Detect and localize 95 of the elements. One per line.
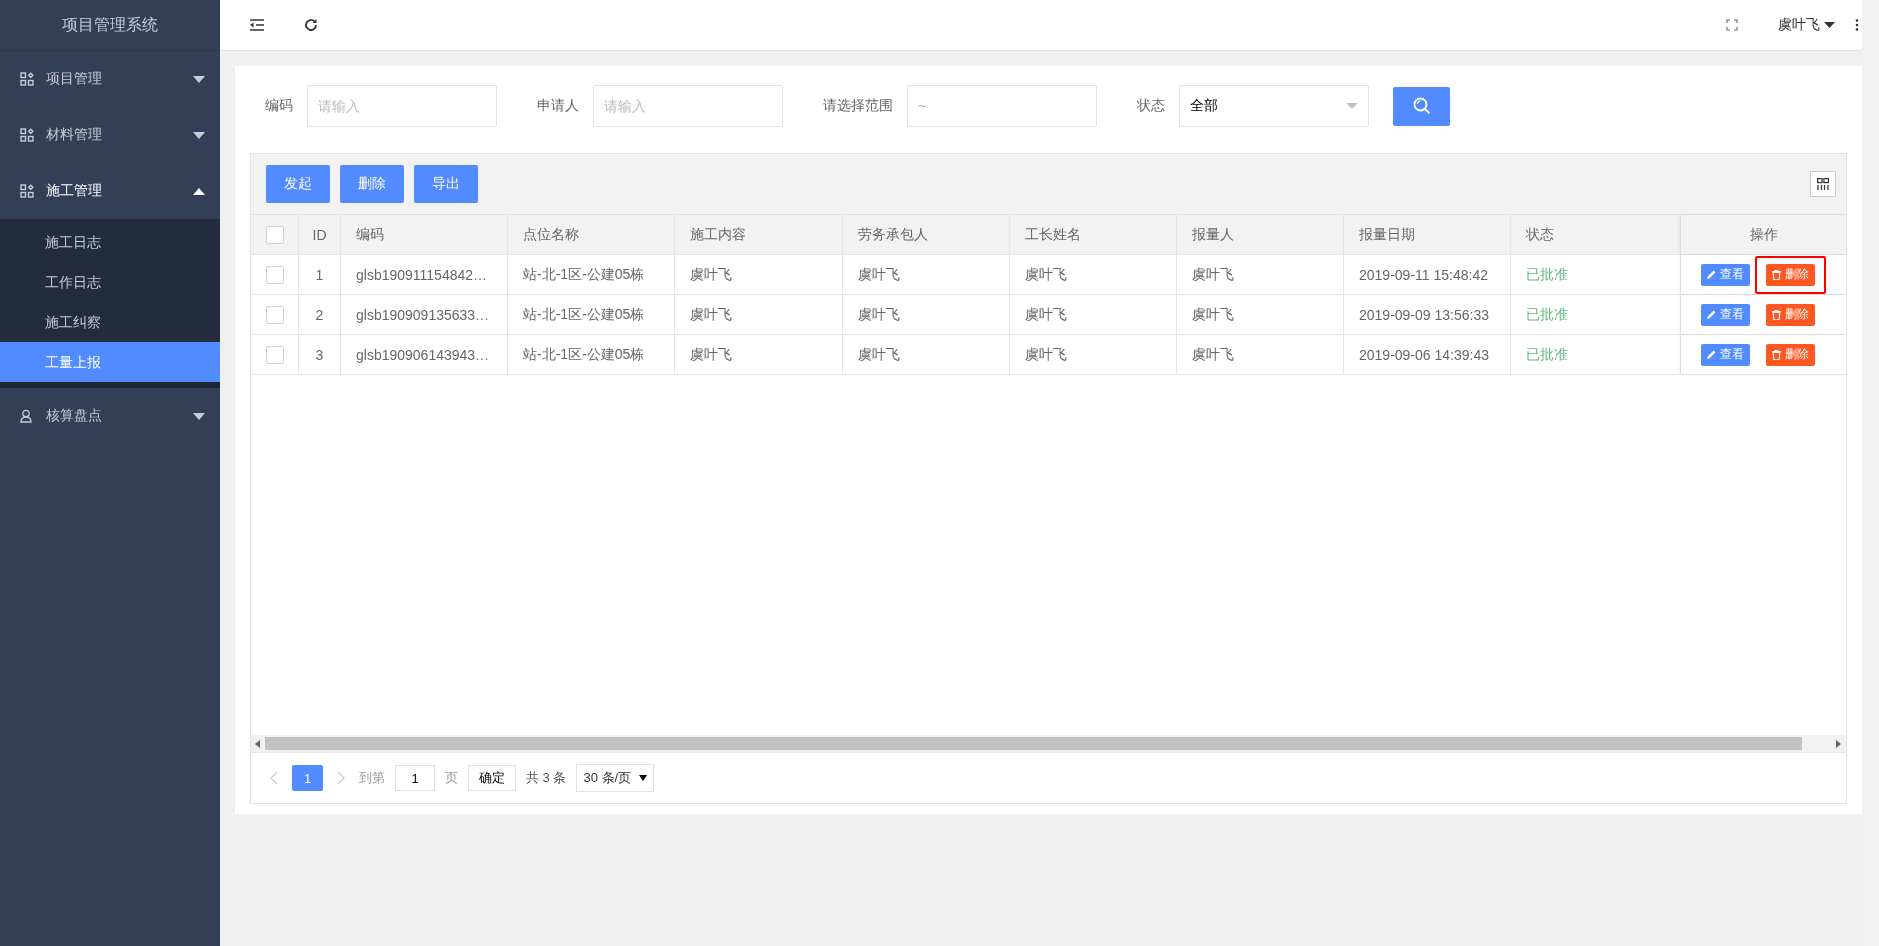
sidebar-item[interactable]: 工作日志	[0, 262, 220, 302]
table-cell: 虞叶飞	[675, 295, 843, 334]
menu-label: 核算盘点	[46, 407, 103, 425]
table-cell: 已批准	[1511, 335, 1681, 374]
horizontal-scrollbar[interactable]	[251, 735, 1846, 752]
column-header: ID	[299, 215, 341, 254]
filter-label: 编码	[265, 97, 293, 115]
table-cell: 虞叶飞	[1010, 295, 1177, 334]
table-cell: 站-北-1区-公建05栋	[508, 335, 675, 374]
grid-icon	[20, 184, 34, 198]
column-header: 工长姓名	[1010, 215, 1177, 254]
column-header: 劳务承包人	[843, 215, 1010, 254]
page-size-select[interactable]: 30 条/页	[576, 764, 655, 792]
scroll-left-icon[interactable]	[255, 739, 261, 748]
page-input[interactable]: 1	[395, 765, 435, 791]
table-cell: 2	[299, 295, 341, 334]
table-cell: 虞叶飞	[1177, 335, 1344, 374]
column-header: 点位名称	[508, 215, 675, 254]
search-icon	[1412, 97, 1431, 115]
column-header: 报量人	[1177, 215, 1344, 254]
caret-icon	[1824, 22, 1835, 28]
filter-label: 状态	[1137, 97, 1165, 115]
caret-icon	[639, 775, 648, 781]
table-cell: 3	[299, 335, 341, 374]
search-button[interactable]	[1393, 86, 1450, 126]
table-cell: 2019-09-06 14:39:43	[1344, 335, 1511, 374]
row-checkbox[interactable]	[265, 345, 284, 364]
column-header: 状态	[1511, 215, 1681, 254]
table-cell: glsb190911154842…	[341, 255, 508, 294]
filter-label: 请选择范围	[823, 97, 893, 115]
scroll-right-icon[interactable]	[1836, 739, 1842, 748]
pencil-icon	[1707, 270, 1716, 279]
input-field[interactable]: 请输入	[593, 85, 783, 127]
caret-icon	[193, 187, 205, 195]
table-cell: 虞叶飞	[1177, 255, 1344, 294]
trash-icon	[1772, 349, 1781, 360]
confirm-button[interactable]: 确定	[468, 765, 516, 791]
pencil-icon	[1707, 350, 1716, 359]
input-field[interactable]: 请输入	[307, 85, 497, 127]
columns-icon	[1817, 178, 1829, 190]
total-count: 共 3 条	[526, 769, 567, 787]
table-cell: 站-北-1区-公建05栋	[508, 295, 675, 334]
menu-label: 施工管理	[46, 182, 103, 200]
table-cell: 虞叶飞	[1177, 295, 1344, 334]
caret-icon	[193, 131, 205, 139]
status-select[interactable]: 全部	[1179, 85, 1369, 127]
column-header: 施工内容	[675, 215, 843, 254]
trash-icon	[1772, 269, 1781, 280]
trash-icon	[1772, 309, 1781, 320]
grid-icon	[20, 72, 34, 86]
sidebar-group[interactable]: 核算盘点	[0, 388, 220, 444]
user-icon	[20, 409, 34, 423]
row-checkbox[interactable]	[265, 305, 284, 324]
table-cell: glsb190906143943…	[341, 335, 508, 374]
refresh-icon[interactable]	[304, 18, 318, 32]
table-cell: 虞叶飞	[843, 255, 1010, 294]
sidebar-group[interactable]: 施工管理	[0, 163, 220, 219]
table-cell: 虞叶飞	[843, 335, 1010, 374]
column-header: 操作	[1681, 215, 1846, 254]
table-cell: 虞叶飞	[1010, 335, 1177, 374]
column-header: 编码	[341, 215, 508, 254]
table-cell: 2019-09-09 13:56:33	[1344, 295, 1511, 334]
caret-icon	[1346, 103, 1358, 109]
sidebar-item[interactable]: 施工日志	[0, 222, 220, 262]
input-field[interactable]: ~	[907, 85, 1097, 127]
table-cell: 已批准	[1511, 255, 1681, 294]
goto-label: 到第	[359, 769, 385, 787]
user-menu[interactable]: 虞叶飞	[1778, 16, 1835, 34]
table-cell: 虞叶飞	[675, 255, 843, 294]
table-cell: 2019-09-11 15:48:42	[1344, 255, 1511, 294]
table-cell: 已批准	[1511, 295, 1681, 334]
more-icon[interactable]	[1855, 19, 1859, 31]
table-cell: 1	[299, 255, 341, 294]
columns-button[interactable]	[1810, 171, 1836, 197]
caret-icon	[193, 412, 205, 420]
column-header: 报量日期	[1344, 215, 1511, 254]
select-all-checkbox[interactable]	[265, 225, 284, 244]
sidebar-item[interactable]: 施工纠察	[0, 302, 220, 342]
table-cell: 虞叶飞	[675, 335, 843, 374]
sidebar-group[interactable]: 材料管理	[0, 107, 220, 163]
row-checkbox[interactable]	[265, 265, 284, 284]
table-cell: 虞叶飞	[843, 295, 1010, 334]
menu-collapse-icon[interactable]	[250, 19, 264, 31]
table-cell: 虞叶飞	[1010, 255, 1177, 294]
filter-label: 申请人	[537, 97, 579, 115]
sidebar-group[interactable]: 项目管理	[0, 51, 220, 107]
menu-label: 项目管理	[46, 70, 103, 88]
grid-icon	[20, 128, 34, 142]
page-unit-label: 页	[445, 769, 458, 787]
table-cell: 站-北-1区-公建05栋	[508, 255, 675, 294]
pencil-icon	[1707, 310, 1716, 319]
fullscreen-icon[interactable]	[1726, 19, 1738, 31]
menu-label: 材料管理	[46, 126, 103, 144]
table-cell: glsb190909135633…	[341, 295, 508, 334]
caret-icon	[193, 75, 205, 83]
